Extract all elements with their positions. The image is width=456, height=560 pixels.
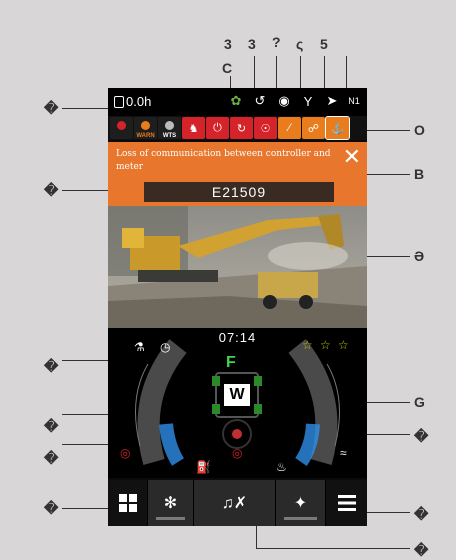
hydraulic-warning-icon: ☍ (302, 117, 325, 139)
leader (276, 56, 277, 92)
callout-left-menu: � (44, 500, 59, 516)
callout-top-1: 3 (224, 36, 232, 52)
callout-left-gauge-top: � (44, 358, 59, 374)
leader (300, 56, 301, 92)
callout-top-3: ? (272, 34, 281, 50)
warning-lamp-red (110, 117, 133, 139)
status-icons: ✿ ↺ ◉ Υ ➤ N1 (227, 92, 361, 110)
boom-warning-icon: ∕ (278, 117, 301, 139)
seatbelt-warning-icon: ♞ (182, 117, 205, 139)
callout-right-gauge: � (414, 428, 429, 444)
alert-message: Loss of communication between controller… (116, 149, 331, 172)
wheel (254, 404, 262, 414)
grid-menu-button[interactable] (108, 480, 148, 526)
fan-reverse-button[interactable]: ✻ (148, 480, 194, 526)
wheel (212, 376, 220, 386)
eco-leaf-icon: ✿ (230, 93, 242, 108)
hour-meter: 0.0h (114, 94, 151, 109)
buzzer-mute-button[interactable]: ♫✗ (194, 480, 276, 526)
main-menu-button[interactable] (326, 480, 367, 526)
boom-icon: ⚗ (134, 340, 145, 354)
turbo-icon: ↺ (254, 93, 266, 108)
callout-right-2: B (414, 166, 425, 182)
callout-right-1: O (414, 122, 425, 138)
callout-top-4: ς (296, 36, 304, 52)
grid-icon (118, 494, 137, 512)
engine-rpm-warning-icon: ↻ (230, 117, 253, 139)
callout-left-gauge-low: � (44, 450, 59, 466)
warn-label: WARN (136, 133, 155, 139)
slip-icon-2: ☆ (338, 338, 349, 352)
coolant-temp-bar (295, 423, 320, 466)
warning-lamp-warn: WARN (134, 117, 157, 139)
traction-off-icon: ✦ (293, 495, 308, 512)
leader (346, 56, 347, 92)
hydraulic-temp-icon: ≈ (340, 446, 347, 460)
callout-left-gauge-mid: � (44, 418, 59, 434)
gauge-panel: 07:14 ⚗ ◷ ☆ ☆ ☆ F W ◎ ⛽ ◎ ♨ ≈ (108, 328, 367, 478)
callout-top-2: 3 (248, 36, 256, 52)
leader (324, 56, 325, 92)
warning-lamp-wts: WTS (158, 117, 181, 139)
callout-right-3: Ə (414, 248, 425, 264)
traction-icon: ☆ (302, 338, 313, 352)
leader (254, 56, 255, 92)
callout-top-6: C (222, 60, 233, 76)
hamburger-menu-icon (337, 495, 356, 511)
power-warning-icon: ⏻ (206, 117, 229, 139)
indicator-bar (156, 517, 185, 520)
hour-meter-value: 0.0h (126, 94, 152, 109)
gear-position: N1 (348, 96, 360, 106)
leader (366, 174, 410, 175)
wheel (254, 376, 262, 386)
hourglass-icon (114, 95, 124, 108)
callout-left-hour: � (44, 100, 59, 116)
traction-control-button[interactable]: ✦ (276, 480, 326, 526)
coolant-temp-icon: ♨ (276, 460, 287, 474)
brake-icon: ◎ (232, 446, 243, 460)
callout-left-code: � (44, 182, 59, 198)
callout-right-bottom: � (414, 542, 429, 558)
parking-brake-icon: ◎ (120, 446, 131, 460)
lift-hook-warning-icon: ⚓ (325, 116, 350, 140)
operator-seat-icon: ◉ (278, 93, 290, 108)
speaker-mute-icon: ♫✗ (221, 495, 248, 512)
engine-stop-warning-icon: ☉ (254, 117, 277, 139)
error-code: E21509 (144, 182, 334, 202)
slip-icon-1: ☆ (320, 338, 331, 352)
status-bar: 0.0h ✿ ↺ ◉ Υ ➤ N1 (108, 88, 367, 116)
speedometer-icon: ◷ (160, 340, 171, 354)
wts-label: WTS (162, 133, 177, 139)
bottom-menu-bar: ✻ ♫✗ ✦ (108, 480, 367, 526)
fan-icon: ✻ (163, 495, 178, 512)
rear-camera-view (108, 206, 367, 328)
indicator-bar (284, 517, 317, 520)
callout-right-4: G (414, 394, 425, 410)
close-icon[interactable]: ✕ (343, 146, 361, 168)
work-mode-indicator: W (224, 384, 250, 406)
alert-banner: Loss of communication between controller… (108, 142, 367, 206)
fuel-level-bar (159, 423, 185, 466)
monitor-screen: 0.0h ✿ ↺ ◉ Υ ➤ N1 WARN WTS ♞ ⏻ ↻ ☉ ∕ ☍ ⚓… (108, 88, 367, 526)
warning-indicator-row: WARN WTS ♞ ⏻ ↻ ☉ ∕ ☍ ⚓ (108, 116, 367, 140)
leader (360, 130, 410, 131)
leader (256, 526, 257, 548)
callout-right-menu: � (414, 506, 429, 522)
gear-indicator: F (226, 354, 236, 371)
callout-top-5: 5 (320, 36, 328, 52)
fuel-icon: ⛽ (196, 460, 211, 474)
leader (256, 548, 410, 549)
attachment-icon: Υ (303, 93, 313, 109)
excavator-camera-image (108, 206, 367, 328)
breaker-icon: ➤ (326, 93, 338, 108)
wheel (212, 404, 220, 414)
